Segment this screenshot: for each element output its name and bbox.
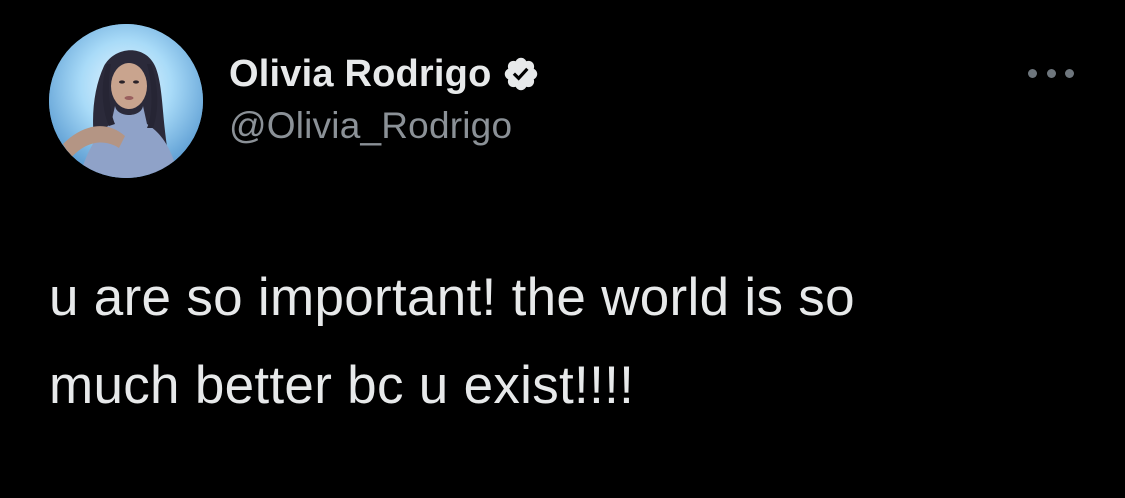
more-dot [1065, 68, 1074, 78]
verified-badge-icon [502, 55, 540, 93]
user-handle[interactable]: @Olivia_Rodrigo [229, 102, 540, 150]
user-info: Olivia Rodrigo @Olivia_Rodrigo [229, 50, 540, 150]
more-dot [1046, 68, 1056, 78]
tweet: Olivia Rodrigo @Olivia_Rodrigo u are so … [0, 0, 1125, 498]
avatar[interactable] [49, 24, 203, 178]
more-options-icon[interactable] [1028, 64, 1074, 82]
tweet-text: u are so important! the world is so much… [49, 268, 855, 415]
avatar-photo-icon [49, 24, 203, 178]
more-dot [1028, 68, 1037, 78]
display-name[interactable]: Olivia Rodrigo [229, 50, 492, 98]
name-row: Olivia Rodrigo [229, 50, 540, 98]
